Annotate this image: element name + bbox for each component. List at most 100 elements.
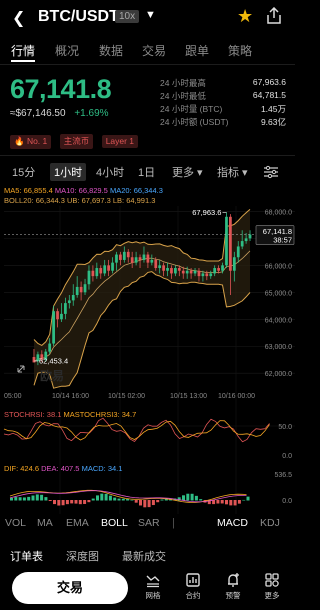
nav-contract[interactable]: 合约 [178,572,208,601]
macd-histogram-bar [242,499,246,501]
macd-histogram-bar [130,499,134,501]
nav-grid[interactable]: 网格 [138,572,168,601]
indicators-dropdown[interactable]: 指标 ▾ [217,164,248,180]
timeframe-1d[interactable]: 1日 [138,164,155,180]
tab-orderbook[interactable]: 订单表 [10,548,43,564]
candle-body [103,265,107,274]
indicator-macd[interactable]: MACD [217,517,248,529]
mastochrsi-value: MASTOCHRSI3: 34.7 [63,410,137,419]
stat-value: 9.63亿 [260,117,286,127]
stat-value: 64,781.5 [252,90,286,100]
indicator-ema[interactable]: EMA [66,517,89,529]
candle-body [99,268,103,274]
trade-button[interactable]: 交易 [12,572,128,604]
candle-body [181,270,185,274]
tab-trade[interactable]: 交易 [142,42,166,59]
macd-histogram-bar [190,493,194,501]
rank-badge[interactable]: 🔥 No. 1 [10,134,52,149]
macd-histogram-bar [40,494,44,501]
timeframe-4h[interactable]: 4小时 [96,164,124,180]
macd-histogram-bar [194,495,198,501]
macd-histogram-bar [237,500,241,504]
indicator-kdj[interactable]: KDJ [260,517,280,529]
candle-body [71,295,75,301]
indicator-divider: | [172,517,175,529]
macd-tick-label: 536.5 [274,472,292,479]
y-tick-label: 65,000.0 [265,290,292,297]
tab-strategy[interactable]: 策略 [228,42,252,59]
tab-overview[interactable]: 概况 [55,42,79,59]
indicator-boll[interactable]: BOLL [101,517,128,529]
tab-data[interactable]: 数据 [99,42,123,59]
stat-label: 24 小时最低 [160,91,206,101]
category-badge[interactable]: 主流币 [59,133,94,149]
macd-histogram-bar [160,499,164,501]
candle-body [221,265,224,271]
indicator-sar[interactable]: SAR [138,517,160,529]
macd-histogram-bar [151,500,155,506]
timeframe-1h[interactable]: 1小时 [50,163,87,181]
macd-histogram-bar [199,499,203,501]
candle-body [64,303,67,314]
macd-histogram-bar [117,498,121,501]
share-icon[interactable] [266,7,282,24]
y-tick-label: 63,000.0 [265,344,292,351]
contract-icon [186,573,200,587]
nav-alert[interactable]: 预警 [218,572,248,601]
candle-body [213,268,217,274]
candle-body [111,262,114,271]
indicator-ma[interactable]: MA [37,517,53,529]
candle-body [122,251,126,260]
stat-row-high: 24 小时最高 67,963.6 [160,77,286,90]
stoch-tick-label: 0.0 [282,453,292,460]
candle-body [83,284,87,293]
stat-row-volume: 24 小时量 (BTC) 1.45万 [160,103,286,116]
candle-body [244,238,248,242]
nav-more[interactable]: 更多 [257,572,287,601]
chart-settings-icon[interactable] [263,165,279,179]
low-label: 62,453.4 [39,356,68,365]
candle-body [201,273,205,277]
candle-body [150,259,154,263]
tab-market[interactable]: 行情 [11,42,35,59]
tab-copy-trading[interactable]: 跟单 [185,42,209,59]
macd-histogram-bar [246,496,250,501]
fiat-value: ≈$67,146.50 [10,108,66,119]
candle-body [107,265,110,271]
macd-histogram-bar [139,500,142,506]
back-chevron-icon[interactable]: ❮ [12,8,25,28]
macd-histogram-bar [53,500,56,505]
macd-histogram-bar [65,500,69,505]
timeframe-15m[interactable]: 15分 [12,164,35,180]
candle-body [177,268,181,271]
header-bar: ❮ BTC/USDT 10x ▼ ★ [0,0,295,34]
tab-depth[interactable]: 深度图 [66,548,99,564]
indicator-vol[interactable]: VOL [5,517,26,529]
x-tick-label: 10/14 16:00 [52,393,89,400]
macd-tick-label: 0.0 [282,498,292,505]
layer-badge[interactable]: Layer 1 [101,134,139,148]
macd-histogram-bar [121,498,125,501]
macd-histogram-bar [134,500,138,503]
apps-icon [265,573,279,587]
candle-body [134,257,138,263]
macd-histogram-bar [212,500,216,505]
candle-body [138,257,142,260]
tab-latest-trades[interactable]: 最新成交 [122,548,166,564]
candle-body [95,268,99,277]
candle-body [60,313,63,320]
favorite-star-icon[interactable]: ★ [237,6,253,27]
y-tick-label: 66,000.0 [265,263,292,270]
macd-histogram-bar [18,497,22,501]
more-timeframes-dropdown[interactable]: 更多 ▾ [172,164,203,180]
nav-label: 预警 [225,591,241,600]
dea-value: DEA: 407.5 [41,464,80,473]
macd-histogram-bar [57,500,61,506]
candle-body [174,268,177,274]
expand-icon[interactable] [17,365,25,373]
stochrsi-value: STOCHRSI: 38.1 [4,410,62,419]
pair-title[interactable]: BTC/USDT [38,8,119,26]
badge-row: 🔥 No. 1 主流币 Layer 1 [10,131,142,149]
pair-dropdown-icon[interactable]: ▼ [145,9,156,21]
stat-row-turnover: 24 小时额 (USDT) 9.63亿 [160,116,286,129]
